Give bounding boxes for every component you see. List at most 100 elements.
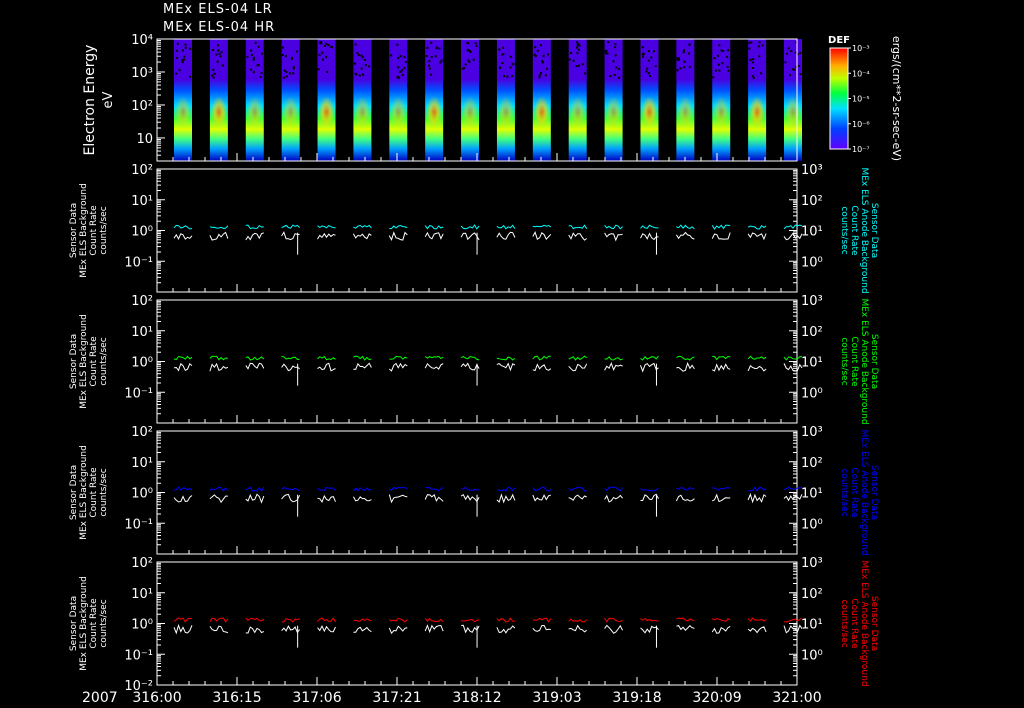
- background-trace: [460, 232, 480, 241]
- noise-dot: [430, 41, 433, 44]
- anode-background-trace: [281, 355, 300, 361]
- noise-dot: [683, 60, 686, 63]
- y-axis-label: Count Rate: [89, 336, 99, 387]
- noise-dot: [321, 51, 324, 54]
- background-trace: [711, 626, 731, 634]
- background-trace: [747, 232, 767, 241]
- anode-background-trace: [496, 356, 516, 361]
- y-tick-label: 10⁰: [131, 356, 153, 371]
- y-axis-label: counts/sec: [99, 206, 109, 254]
- noise-dot: [401, 73, 404, 76]
- anode-background-trace: [604, 224, 623, 230]
- anode-background-trace: [712, 355, 731, 361]
- background-trace: [245, 493, 265, 504]
- background-trace: [245, 362, 265, 370]
- noise-dot: [798, 64, 801, 67]
- background-trace: [532, 363, 552, 372]
- noise-dot: [428, 67, 431, 70]
- noise-dot: [501, 62, 504, 65]
- noise-dot: [439, 61, 442, 64]
- y-tick-label: 10⁻¹: [124, 648, 153, 663]
- noise-dot: [468, 60, 471, 63]
- noise-dot: [358, 74, 361, 77]
- noise-dot: [618, 68, 621, 71]
- noise-dot: [687, 52, 690, 55]
- noise-dot: [748, 47, 751, 50]
- y2-tick-label: 10¹: [801, 618, 823, 633]
- background-trace: [532, 494, 551, 502]
- time-tick-label: 319:03: [532, 690, 581, 706]
- y-axis-label: Sensor Data: [69, 465, 79, 520]
- noise-dot: [288, 72, 291, 75]
- anode-background-trace: [245, 486, 265, 492]
- time-axis: 316:00 316:15 317:06 317:21 318:12 319:03 319:…: [82, 153, 822, 706]
- anode-background-trace: [640, 355, 659, 361]
- noise-dot: [320, 41, 323, 44]
- noise-dot: [749, 58, 752, 61]
- background-trace: [460, 493, 480, 503]
- noise-dot: [758, 41, 761, 44]
- spectrogram-hotspot: [641, 96, 658, 129]
- colorbar-tick-label: 10⁻⁵: [852, 95, 870, 104]
- noise-dot: [676, 58, 679, 61]
- noise-dot: [399, 70, 402, 73]
- anode-background-trace: [676, 617, 695, 622]
- noise-dot: [714, 69, 717, 72]
- noise-dot: [257, 45, 260, 48]
- noise-dot: [647, 72, 650, 75]
- noise-dot: [475, 44, 478, 47]
- background-trace: [496, 625, 516, 634]
- y-axis-label: Count Rate: [89, 467, 99, 518]
- anode-background-trace: [676, 355, 695, 361]
- noise-dot: [474, 42, 477, 45]
- noise-dot: [718, 69, 721, 72]
- noise-dot: [722, 49, 725, 52]
- anode-background-trace: [353, 487, 372, 492]
- anode-background-trace: [532, 617, 552, 623]
- anode-background-trace: [173, 617, 193, 623]
- noise-dot: [184, 46, 187, 49]
- noise-dot: [751, 67, 754, 70]
- noise-dot: [472, 58, 475, 61]
- background-trace: [281, 493, 301, 503]
- spectrogram-hotspot: [426, 96, 443, 129]
- noise-dot: [538, 74, 541, 77]
- y2-tick-label: 10⁰: [801, 386, 823, 401]
- noise-dot: [176, 42, 179, 45]
- noise-dot: [503, 75, 506, 78]
- background-trace: [461, 624, 480, 634]
- panel-frame: [156, 168, 798, 293]
- y-tick-label: 10¹: [131, 325, 153, 340]
- noise-dot: [676, 69, 679, 72]
- spectrogram-hotspot: [354, 96, 371, 129]
- noise-dot: [181, 61, 184, 64]
- y-axis-label: MEx ELS Background: [79, 445, 89, 540]
- y2-axis-label: counts/sec: [839, 206, 849, 254]
- noise-dot: [260, 71, 263, 74]
- noise-dot: [799, 51, 802, 54]
- noise-dot: [509, 55, 512, 58]
- background-trace: [173, 233, 193, 241]
- anode-background-trace: [209, 617, 229, 623]
- noise-dot: [175, 56, 178, 59]
- spectrogram-hotspot: [677, 96, 694, 129]
- noise-dot: [509, 66, 512, 69]
- anode-background-trace: [532, 224, 552, 228]
- noise-dot: [541, 59, 544, 62]
- y-tick-label: 10⁻¹: [124, 386, 153, 401]
- y2-axis-label: Sensor Data: [869, 334, 879, 389]
- y-axis-label: counts/sec: [99, 337, 109, 385]
- anode-background-trace: [640, 487, 659, 492]
- anode-background-trace: [317, 224, 336, 229]
- noise-dot: [189, 75, 192, 78]
- anode-background-trace: [460, 224, 480, 230]
- y2-tick-label: 10²: [801, 587, 823, 602]
- background-trace: [640, 625, 659, 634]
- noise-dot: [576, 44, 579, 47]
- spectrogram-hotspot: [461, 96, 479, 129]
- background-trace: [281, 231, 300, 241]
- noise-dot: [650, 56, 653, 59]
- anode-background-trace: [568, 618, 588, 623]
- spectrogram-hotspot: [784, 96, 802, 129]
- noise-dot: [430, 73, 433, 76]
